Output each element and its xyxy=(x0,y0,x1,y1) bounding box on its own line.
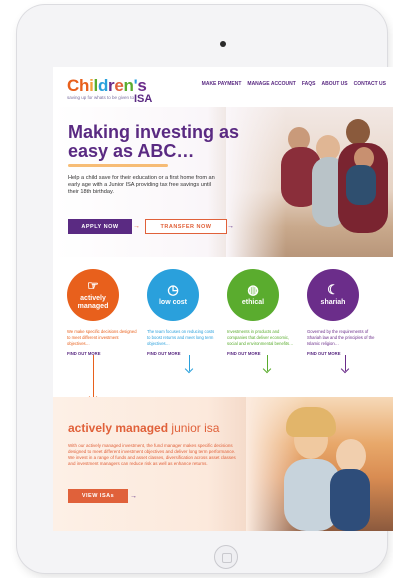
arrow-down-icon xyxy=(345,355,346,371)
hero-text: Help a child save for their education or… xyxy=(68,175,215,196)
apply-now-button[interactable]: APPLY NOW xyxy=(68,219,132,234)
product-title: ethical xyxy=(241,299,265,306)
product-title: low cost xyxy=(158,299,187,306)
feature-section: actively managed junior isa With our act… xyxy=(53,397,393,531)
transfer-now-button[interactable]: TRANSFER NOW xyxy=(145,219,227,234)
product-ethical[interactable]: ◍ ethical Investments in products and co… xyxy=(227,269,297,356)
camera xyxy=(220,41,226,47)
product-title: actively managed xyxy=(77,295,109,310)
nav-faqs[interactable]: FAQS xyxy=(302,81,316,87)
nav-contact-us[interactable]: CONTACT US xyxy=(354,81,386,87)
products-section: ☞ actively managed We make specific deci… xyxy=(53,259,393,404)
mother-child-photo xyxy=(246,397,393,531)
product-circle[interactable]: ☾ shariah xyxy=(307,269,359,321)
find-out-more-link[interactable]: FIND OUT MORE xyxy=(67,351,137,356)
product-circle[interactable]: ☞ actively managed xyxy=(67,269,119,321)
tablet-frame: Children's saving up for whats to be giv… xyxy=(17,5,393,573)
product-circle[interactable]: ◍ ethical xyxy=(227,269,279,321)
product-text: The team focuses on reducing costs to bo… xyxy=(147,329,215,346)
feature-title-bold: actively managed xyxy=(68,421,169,435)
nav-make-payment[interactable]: MAKE PAYMENT xyxy=(202,81,242,87)
logo-wordmark: Children's xyxy=(67,76,147,95)
hero-section: Making investing as easy as ABC… Help a … xyxy=(53,107,393,257)
crescent-star-icon: ☾ xyxy=(327,282,339,297)
hero-title: Making investing as easy as ABC… xyxy=(68,122,240,161)
product-low-cost[interactable]: ◷ low cost The team focuses on reducing … xyxy=(147,269,217,356)
product-title: shariah xyxy=(320,299,346,306)
home-button[interactable] xyxy=(214,545,238,569)
title-underline xyxy=(68,164,168,167)
product-shariah[interactable]: ☾ shariah Governed by the requirements o… xyxy=(307,269,377,356)
product-actively-managed[interactable]: ☞ actively managed We make specific deci… xyxy=(67,269,137,356)
web-page: Children's saving up for whats to be giv… xyxy=(53,67,393,531)
arrow-right-icon: → xyxy=(133,223,140,230)
logo-isa: ISA xyxy=(134,93,153,105)
product-circle[interactable]: ◷ low cost xyxy=(147,269,199,321)
hand-pointer-icon: ☞ xyxy=(87,278,99,293)
view-isas-button[interactable]: VIEW ISAs xyxy=(68,489,128,503)
product-text: We make specific decisions designed to m… xyxy=(67,329,137,346)
find-out-more-link[interactable]: FIND OUT MORE xyxy=(147,351,217,356)
arrow-right-icon: → xyxy=(130,493,137,500)
nav-manage-account[interactable]: MANAGE ACCOUNT xyxy=(247,81,295,87)
globe-icon: ◍ xyxy=(247,282,259,297)
feature-title: actively managed junior isa xyxy=(68,421,219,435)
arrow-down-icon xyxy=(267,355,268,371)
logo[interactable]: Children's saving up for whats to be giv… xyxy=(67,76,152,105)
arrow-right-icon: → xyxy=(227,223,234,230)
arrow-down-icon xyxy=(93,355,94,399)
find-out-more-link[interactable]: FIND OUT MORE xyxy=(307,351,377,356)
main-nav: MAKE PAYMENT MANAGE ACCOUNT FAQS ABOUT U… xyxy=(202,81,386,87)
product-text: Governed by the requirements of Shariah … xyxy=(307,329,375,346)
nav-about-us[interactable]: ABOUT US xyxy=(321,81,347,87)
find-out-more-link[interactable]: FIND OUT MORE xyxy=(227,351,297,356)
feature-title-rest: junior isa xyxy=(168,421,220,435)
arrow-down-icon xyxy=(189,355,190,371)
product-text: Investments in products and companies th… xyxy=(227,329,294,346)
piggy-bank-icon: ◷ xyxy=(167,282,179,297)
feature-text: With our actively managed investment, th… xyxy=(68,443,236,466)
